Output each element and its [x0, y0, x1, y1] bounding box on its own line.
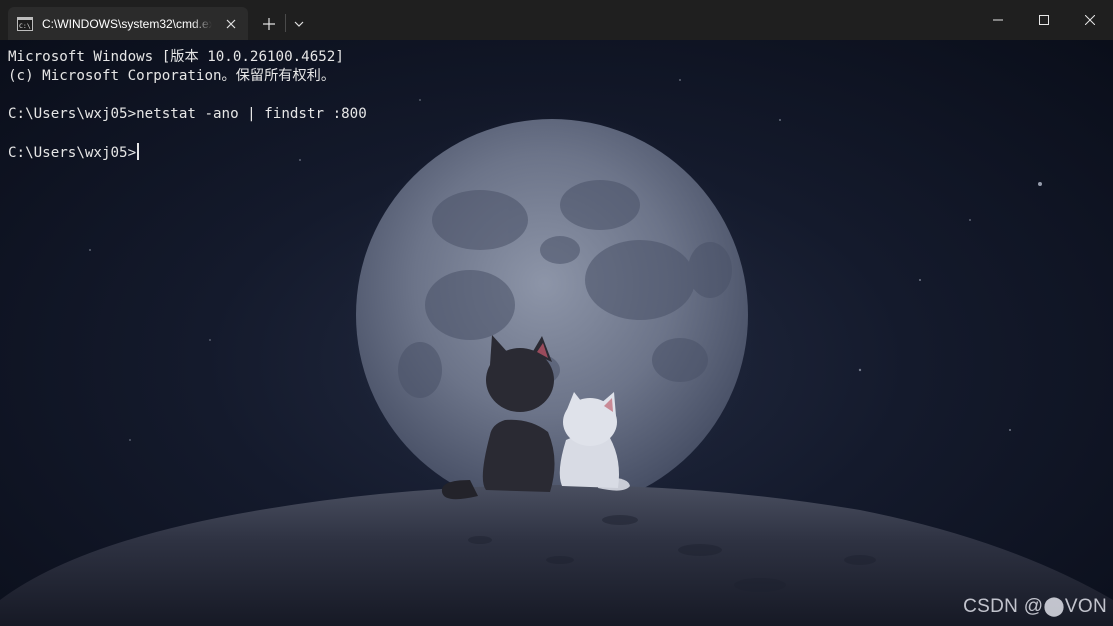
terminal-prompt-line[interactable]: C:\Users\wxj05>: [8, 143, 367, 162]
text-cursor: [137, 143, 139, 160]
terminal-area[interactable]: Microsoft Windows [版本 10.0.26100.4652] (…: [0, 40, 1113, 626]
title-bar[interactable]: C:\ C:\WINDOWS\system32\cmd.exe: [0, 0, 1113, 40]
maximize-icon: [1039, 15, 1049, 25]
terminal-prompt: C:\Users\wxj05>: [8, 145, 137, 161]
close-window-button[interactable]: [1067, 0, 1113, 40]
tab-dropdown-button[interactable]: [290, 15, 308, 33]
tab-title: C:\WINDOWS\system32\cmd.exe: [42, 17, 212, 31]
minimize-icon: [993, 19, 1003, 21]
hill: [0, 485, 1113, 626]
close-icon: [1085, 15, 1095, 25]
tab-divider: [285, 14, 286, 32]
terminal-window: C:\ C:\WINDOWS\system32\cmd.exe Microsof…: [0, 0, 1113, 626]
cmd-terminal-icon: C:\: [17, 16, 33, 31]
tab-cmd[interactable]: C:\ C:\WINDOWS\system32\cmd.exe: [8, 7, 248, 40]
minimize-button[interactable]: [975, 0, 1021, 40]
new-tab-button[interactable]: [258, 13, 280, 35]
close-icon[interactable]: [222, 15, 240, 33]
terminal-line-version: Microsoft Windows [版本 10.0.26100.4652]: [8, 49, 344, 65]
maximize-button[interactable]: [1021, 0, 1067, 40]
watermark: CSDN @⬤VON: [963, 596, 1107, 617]
terminal-line-command: C:\Users\wxj05>netstat -ano | findstr :8…: [8, 106, 367, 122]
plus-icon: [263, 18, 275, 30]
svg-text:C:\: C:\: [19, 22, 31, 30]
terminal-output[interactable]: Microsoft Windows [版本 10.0.26100.4652] (…: [8, 48, 367, 162]
chevron-down-icon: [294, 21, 304, 27]
terminal-line-copyright: (c) Microsoft Corporation。保留所有权利。: [8, 68, 336, 84]
